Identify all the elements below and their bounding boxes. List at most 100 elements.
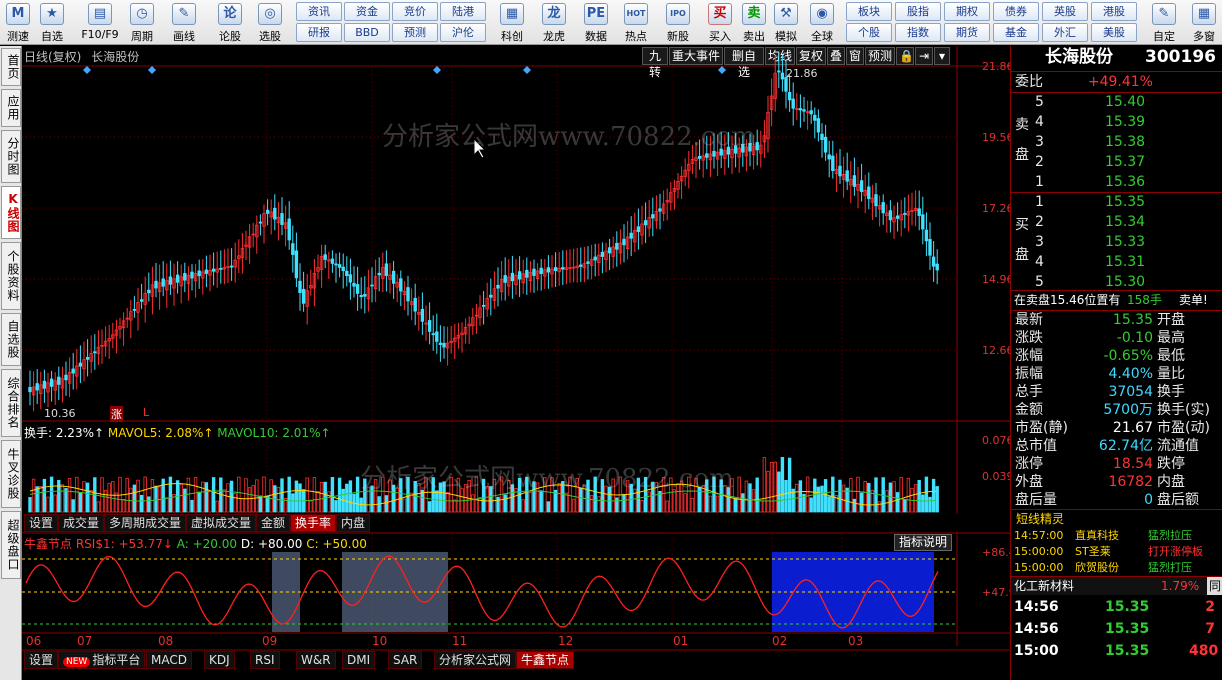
left-tab[interactable]: 超级盘口 [1,511,21,579]
volume-tab[interactable]: 成交量 [58,514,105,532]
volume-bar [665,500,669,513]
buy-level-row[interactable]: 4 15.31 [1011,253,1222,271]
toolbar-small-button[interactable]: 沪伦 [440,23,486,42]
toolbar-global-button[interactable]: ◉ 全球 [804,0,840,44]
left-tab[interactable]: 分时图 [1,130,21,183]
left-tab[interactable]: 自选股 [1,313,21,366]
vol-tick: 0.076 [982,434,1014,447]
volume-bar [615,497,619,513]
volume-tab[interactable]: 内盘 [336,514,371,532]
elf-row[interactable]: 15:00:00 欣贺股份 猛烈打压 [1011,560,1222,576]
left-tab[interactable]: 牛叉诊股 [1,440,21,508]
toolbar-f10-button[interactable]: ▤ F10/F9 [78,0,122,44]
toolbar-data-button[interactable]: PE 数据 [578,0,614,44]
candle-body [175,274,180,283]
toolbar-market-button[interactable]: 美股 [1091,23,1137,42]
volume-tab[interactable]: 虚拟成交量 [186,514,257,532]
toolbar-market-button[interactable]: 英股 [1042,2,1088,21]
indicator-tab[interactable]: 设置 [24,651,59,669]
left-tab[interactable]: 综合排名 [1,369,21,437]
mavol10-label: MAVOL10: 2.01%↑ [217,426,331,440]
indicator-tab[interactable]: RSI [250,651,280,669]
sell-level-row[interactable]: 5 15.40 [1011,93,1222,111]
toolbar-draw-button[interactable]: ✎ 画线 [166,0,202,44]
toolbar-small-button[interactable]: BBD [344,23,390,42]
candle-body [204,269,209,274]
buy-level-row[interactable]: 1 15.35 [1011,193,1222,211]
indicator-tab[interactable]: NEW 指标平台 [58,651,146,669]
toolbar-market-button[interactable]: 指数 [895,23,941,42]
sector-button[interactable]: 同 [1207,577,1222,595]
toolbar-small-button[interactable]: 研报 [296,23,342,42]
toolbar-small-button[interactable]: 资讯 [296,2,342,21]
toolbar-small-button[interactable]: 预测 [392,23,438,42]
toolbar-watchlist-button[interactable]: ★ 自选 [34,0,70,44]
toolbar-small-button[interactable]: 陆港 [440,2,486,21]
toolbar-hot-button[interactable]: HOT 热点 [618,0,654,44]
event-diamond-icon[interactable] [83,66,91,74]
stat-value: 21.67 [1112,420,1153,436]
elf-row[interactable]: 14:57:00 直真科技 猛烈拉压 [1011,528,1222,544]
sell-level-row[interactable]: 4 15.39 [1011,113,1222,131]
indicator-tab[interactable]: W&R [296,651,336,669]
volume-tab[interactable]: 换手率 [290,514,337,532]
indicator-tab[interactable]: MACD [146,651,192,669]
indicator-tab[interactable]: SAR [388,651,423,669]
indicator-help-button[interactable]: 指标说明 [894,534,953,551]
toolbar-sim-button[interactable]: ⚒ 模拟 [768,0,804,44]
toolbar-dragon-button[interactable]: 龙龙虎 [536,0,572,44]
toolbar-market-button[interactable]: 期货 [944,23,990,42]
left-tab[interactable]: 首页 [1,48,21,86]
sell-level-row[interactable]: 1 15.36 [1011,173,1222,191]
buy-level-row[interactable]: 5 15.30 [1011,273,1222,291]
left-tab[interactable]: K线图 [1,186,21,239]
toolbar-market-button[interactable]: 个股 [846,23,892,42]
indicator-tab[interactable]: KDJ [204,651,235,669]
toolbar-market-button[interactable]: 基金 [993,23,1039,42]
toolbar-market-button[interactable]: 板块 [846,2,892,21]
indicator-tab[interactable]: DMI [342,651,376,669]
toolbar-market-button[interactable]: 债券 [993,2,1039,21]
toolbar-ipo-button[interactable]: IPO 新股 [660,0,696,44]
volume-bar [528,492,533,513]
indicator-tab[interactable]: 分析家公式网 [434,651,517,669]
volume-tab[interactable]: 设置 [24,514,59,532]
volume-bar [589,495,594,513]
toolbar-sell-button[interactable]: 卖卖出 [736,0,772,44]
sell-level-row[interactable]: 3 15.38 [1011,133,1222,151]
toolbar-kechuang-button[interactable]: ▦ 科创 [494,0,530,44]
sell-level-row[interactable]: 2 15.37 [1011,153,1222,171]
toolbar-multi-button[interactable]: ▦ 多窗 [1186,0,1222,44]
buy-level-row[interactable]: 2 15.34 [1011,213,1222,231]
toolbar-forum-button[interactable]: 论论股 [212,0,248,44]
event-diamond-icon[interactable] [523,66,531,74]
toolbar-period-button[interactable]: ◷ 周期 [124,0,160,44]
multi-icon: ▦ [1192,3,1216,25]
kline-chart-panel[interactable]: 日线(复权) 长海股份 九转 重大事件 删自选 均线 复权叠窗预测 🔒 ⇥ ▾ 分析家公式网w… [22,46,1023,680]
toolbar-market-button[interactable]: 期权 [944,2,990,21]
toolbar-market-button[interactable]: 股指 [895,2,941,21]
volume-tab[interactable]: 多周期成交量 [104,514,187,532]
toolbar-measure-button[interactable]: M 测速 [0,0,36,44]
left-tab[interactable]: 个股资料 [1,242,21,310]
event-diamond-icon[interactable] [148,66,156,74]
elf-row[interactable]: 15:00:00 ST圣莱 打开涨停板 [1011,544,1222,560]
buy-level-row[interactable]: 3 15.33 [1011,233,1222,251]
toolbar-small-button[interactable]: 资金 [344,2,390,21]
toolbar-select-button[interactable]: ◎ 选股 [252,0,288,44]
toolbar-buy-button[interactable]: 买买入 [702,0,738,44]
indicator-tab[interactable]: 牛鑫节点 [516,651,575,669]
event-diamond-icon[interactable] [718,66,726,74]
volume-bar [103,489,108,513]
candle-body [607,247,612,254]
volume-tab[interactable]: 金额 [256,514,291,532]
rsi-header: 牛鑫节点 RSI$1: +53.77↓ A: +20.00 D: +80.00 … [24,535,367,552]
event-diamond-icon[interactable] [433,66,441,74]
left-tab[interactable]: 应用 [1,89,21,127]
toolbar-custom-button[interactable]: ✎ 自定 [1146,0,1182,44]
sector-row[interactable]: 化工新材料 1.79% 同 [1011,577,1222,595]
toolbar-small-button[interactable]: 竞价 [392,2,438,21]
candle-body [481,304,486,307]
toolbar-market-button[interactable]: 外汇 [1042,23,1088,42]
toolbar-market-button[interactable]: 港股 [1091,2,1137,21]
